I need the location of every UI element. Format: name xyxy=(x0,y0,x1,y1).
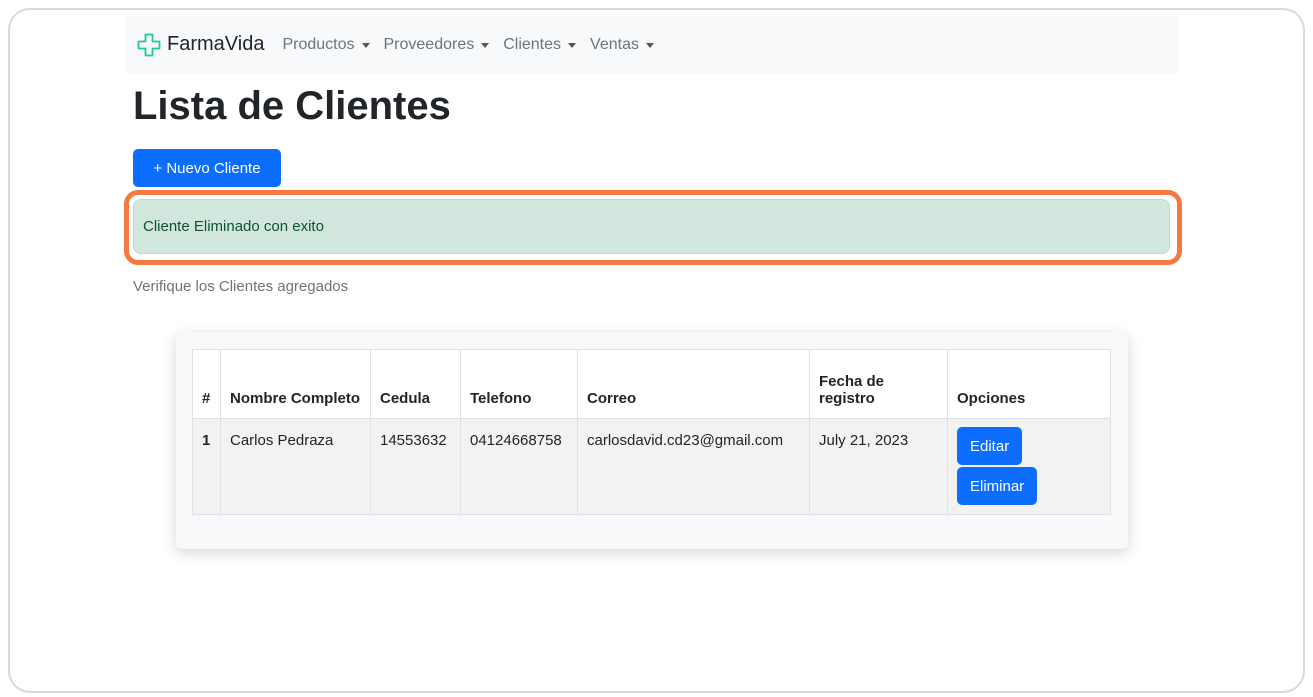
delete-button[interactable]: Eliminar xyxy=(957,467,1038,505)
cell-nombre: Carlos Pedraza xyxy=(220,418,371,515)
nav-clientes[interactable]: Clientes xyxy=(503,35,577,54)
header-fecha: Fecha de registro xyxy=(809,349,948,419)
cell-telefono: 04124668758 xyxy=(460,418,578,515)
navbar: FarmaVida Productos Proveedores Clientes… xyxy=(125,15,1179,74)
brand-name: FarmaVida xyxy=(167,33,265,55)
header-telefono: Telefono xyxy=(460,349,578,419)
new-client-button[interactable]: + Nuevo Cliente xyxy=(133,149,281,187)
edit-button[interactable]: Editar xyxy=(957,427,1023,465)
cell-fecha: July 21, 2023 xyxy=(809,418,948,515)
nav-proveedores[interactable]: Proveedores xyxy=(384,36,490,54)
caret-down-icon xyxy=(645,43,654,48)
cell-correo: carlosdavid.cd23@gmail.com xyxy=(577,418,810,515)
nav-productos[interactable]: Productos xyxy=(282,35,370,54)
browser-frame: FarmaVida Productos Proveedores Clientes… xyxy=(8,8,1305,693)
header-cedula: Cedula xyxy=(370,349,461,419)
nav-proveedores-label: Proveedores xyxy=(383,35,475,53)
clients-table: # Nombre Completo Cedula Telefono Correo… xyxy=(192,349,1111,515)
brand[interactable]: FarmaVida xyxy=(137,33,264,57)
header-opciones: Opciones xyxy=(947,349,1111,419)
caret-down-icon xyxy=(481,43,490,48)
nav-ventas-label: Ventas xyxy=(590,35,639,53)
header-correo: Correo xyxy=(577,349,810,419)
page-title: Lista de Clientes xyxy=(133,84,451,128)
header-num: # xyxy=(192,349,221,419)
nav-productos-label: Productos xyxy=(282,35,355,53)
medical-cross-icon xyxy=(137,33,161,56)
caret-down-icon xyxy=(568,43,577,48)
cell-cedula: 14553632 xyxy=(370,418,461,515)
nav-ventas[interactable]: Ventas xyxy=(590,36,654,54)
success-alert: Cliente Eliminado con exito xyxy=(133,199,1170,254)
cell-opciones: Editar Eliminar xyxy=(947,418,1111,515)
nav-clientes-label: Clientes xyxy=(503,35,562,53)
helper-text: Verifique los Clientes agregados xyxy=(133,278,349,295)
cell-num: 1 xyxy=(192,418,221,515)
header-nombre: Nombre Completo xyxy=(220,349,371,419)
table-row: 1 Carlos Pedraza 14553632 04124668758 ca… xyxy=(192,418,1111,515)
table-header-row: # Nombre Completo Cedula Telefono Correo… xyxy=(192,349,1111,419)
caret-down-icon xyxy=(361,43,370,48)
clients-card: # Nombre Completo Cedula Telefono Correo… xyxy=(176,332,1128,549)
